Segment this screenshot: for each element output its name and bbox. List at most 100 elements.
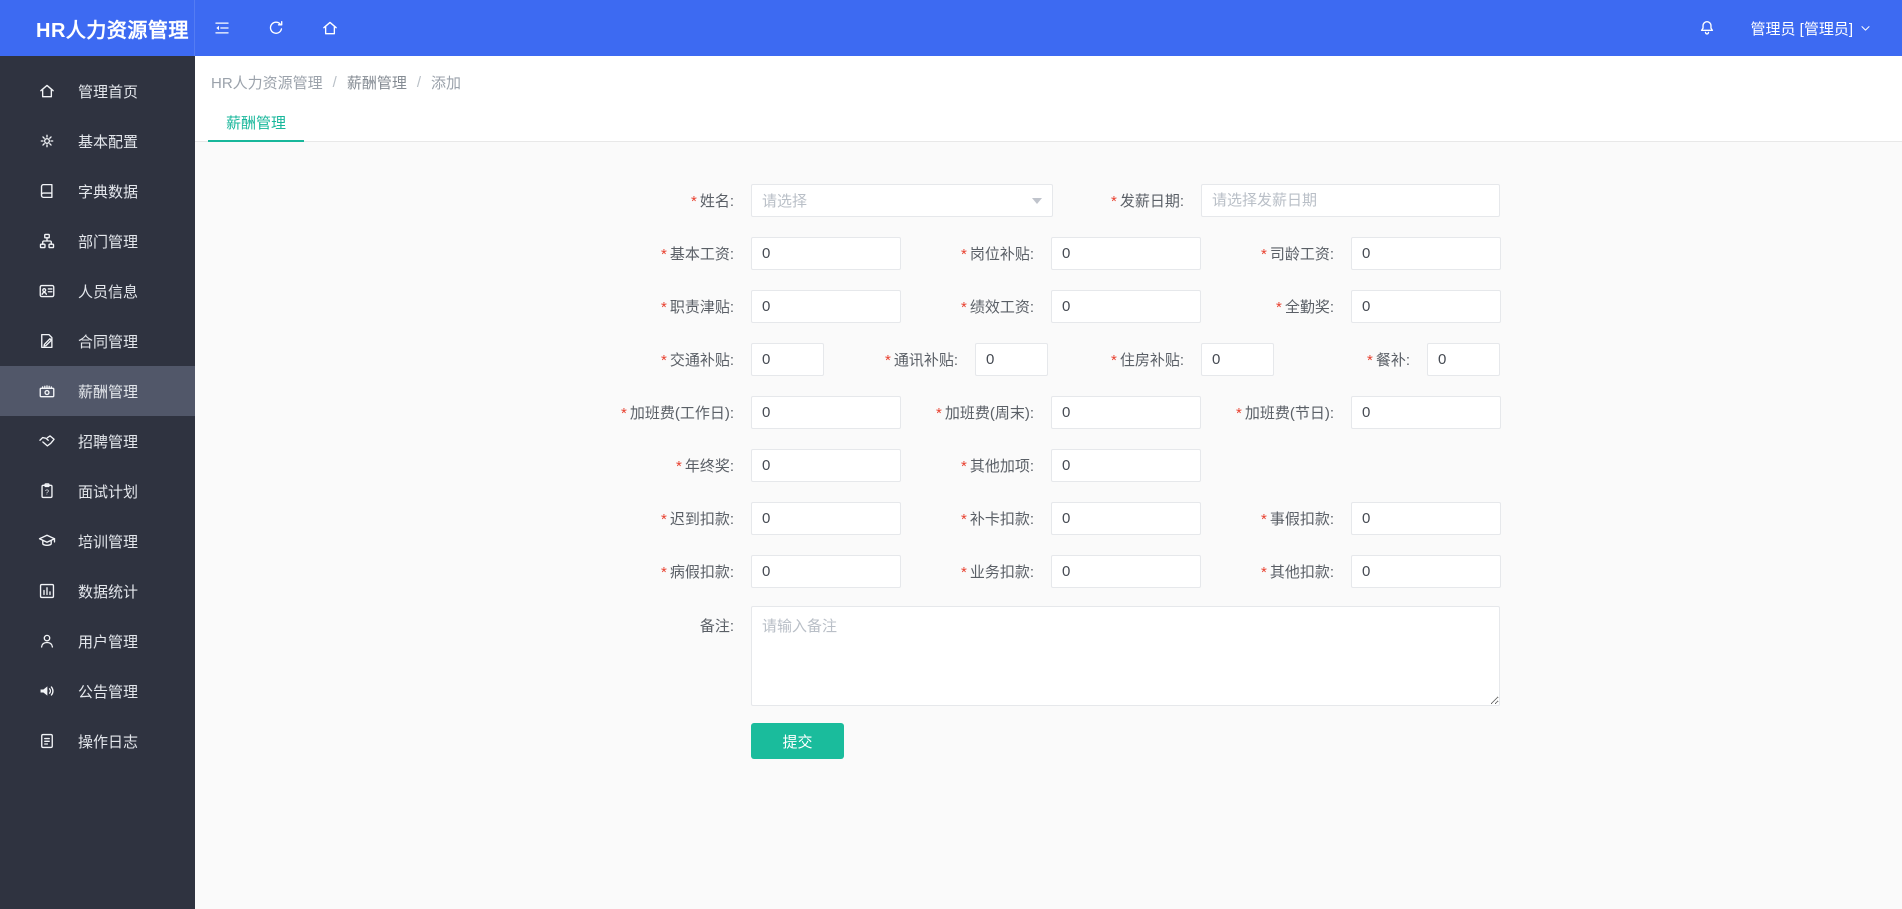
field-label: * 司龄工资: (1260, 246, 1334, 263)
topbar: HR人力资源管理 管理员 [管理员] (0, 0, 1902, 56)
chart-icon (38, 582, 56, 600)
amount-input[interactable] (1427, 343, 1500, 376)
field-label: * 岗位补贴: (960, 246, 1034, 263)
required-asterisk: * (660, 299, 667, 316)
breadcrumb-separator: / (332, 73, 337, 91)
interview-icon: ? (38, 482, 56, 500)
form-field: * 补卡扣款: (851, 492, 1201, 545)
sidebar-item-1[interactable]: 基本配置 (0, 116, 195, 166)
remark-textarea[interactable] (751, 606, 1500, 706)
topbar-icons (213, 19, 339, 37)
salary-form: *姓名: 请选择 *发薪日期: *基本工资: *岗位补贴: *司龄工资: *职责津贴: *绩效… (195, 142, 1902, 759)
required-asterisk: * (1260, 246, 1267, 263)
field-label: 备注: (699, 618, 734, 635)
home-icon[interactable] (321, 19, 339, 37)
field-label: * 其他扣款: (1260, 564, 1334, 581)
form-field: * 发薪日期: (1001, 174, 1500, 227)
field-label: * 住房补贴: (1110, 352, 1184, 369)
required-asterisk: * (1260, 511, 1267, 528)
user-menu[interactable]: 管理员 [管理员] (1750, 18, 1872, 39)
form-row: * 姓名: 请选择 * 发薪日期: (195, 174, 1902, 227)
field-label: * 加班费(工作日): (620, 405, 734, 422)
sidebar-item-5[interactable]: 合同管理 (0, 316, 195, 366)
required-asterisk: * (960, 246, 967, 263)
form-field: * 病假扣款: (551, 545, 901, 598)
org-chart-icon (38, 232, 56, 250)
user-label: 管理员 [管理员] (1750, 20, 1853, 38)
form-field: * 加班费(周末): (851, 386, 1201, 439)
field-label: * 职责津贴: (660, 299, 734, 316)
breadcrumb-item[interactable]: HR人力资源管理 (211, 72, 323, 93)
menu-fold-icon[interactable] (213, 19, 231, 37)
form-row: *加班费(工作日): *加班费(周末): *加班费(节日): (195, 386, 1902, 439)
home-icon (38, 82, 56, 100)
svg-text:?: ? (45, 488, 49, 496)
required-asterisk: * (960, 458, 967, 475)
topbar-right: 管理员 [管理员] (1698, 18, 1902, 39)
field-label: * 基本工资: (660, 246, 734, 263)
amount-input[interactable] (1351, 502, 1501, 535)
select-placeholder: 请选择 (762, 193, 808, 210)
sidebar-item-6[interactable]: 薪酬管理 (0, 366, 195, 416)
required-asterisk: * (675, 458, 682, 475)
remark-row: 备注: (195, 606, 1902, 706)
amount-input[interactable] (1351, 396, 1501, 429)
sidebar-item-label: 合同管理 (78, 333, 139, 351)
tab-salary-management[interactable]: 薪酬管理 (208, 108, 305, 142)
form-field: * 年终奖: (551, 439, 901, 492)
refresh-icon[interactable] (267, 19, 285, 37)
field-label: * 姓名: (690, 193, 734, 210)
form-field: * 其他扣款: (1151, 545, 1501, 598)
required-asterisk: * (690, 193, 697, 210)
field-label: * 病假扣款: (660, 564, 734, 581)
sidebar-item-2[interactable]: 字典数据 (0, 166, 195, 216)
field-label: * 发薪日期: (1110, 193, 1184, 210)
form-row: *职责津贴: *绩效工资: *全勤奖: (195, 280, 1902, 333)
sidebar-item-label: 用户管理 (78, 633, 139, 651)
sidebar-item-label: 数据统计 (78, 583, 139, 601)
gear-icon (38, 132, 56, 150)
sidebar-item-13[interactable]: 操作日志 (0, 716, 195, 766)
breadcrumb-item: 添加 (431, 74, 462, 92)
submit-button[interactable]: 提交 (751, 723, 844, 759)
form-field: * 业务扣款: (851, 545, 1201, 598)
bell-icon[interactable] (1698, 19, 1716, 37)
field-label: * 绩效工资: (960, 299, 1034, 316)
sidebar-item-label: 管理首页 (78, 83, 139, 101)
sidebar-item-4[interactable]: 人员信息 (0, 266, 195, 316)
form-field: * 姓名: 请选择 (551, 174, 1053, 227)
amount-input[interactable] (1351, 555, 1501, 588)
form-field: * 餐补: (1227, 333, 1500, 386)
form-field: * 全勤奖: (1151, 280, 1501, 333)
required-asterisk: * (660, 352, 667, 369)
required-asterisk: * (660, 564, 667, 581)
sidebar-item-10[interactable]: 数据统计 (0, 566, 195, 616)
money-icon (38, 382, 56, 400)
required-asterisk: * (1235, 405, 1242, 422)
field-label: * 全勤奖: (1275, 299, 1334, 316)
pay-date-input[interactable] (1201, 184, 1500, 217)
sidebar-item-12[interactable]: 公告管理 (0, 666, 195, 716)
sidebar-item-3[interactable]: 部门管理 (0, 216, 195, 266)
breadcrumb-item[interactable]: 薪酬管理 (347, 72, 407, 93)
field-label: * 加班费(节日): (1235, 405, 1334, 422)
sidebar-item-9[interactable]: 培训管理 (0, 516, 195, 566)
sidebar-item-label: 薪酬管理 (78, 383, 139, 401)
sidebar-item-0[interactable]: 管理首页 (0, 66, 195, 116)
form-field: * 加班费(节日): (1151, 386, 1501, 439)
form-field: * 司龄工资: (1151, 227, 1501, 280)
sidebar-item-label: 招聘管理 (78, 433, 139, 451)
required-asterisk: * (1366, 352, 1373, 369)
sidebar-item-label: 公告管理 (78, 683, 139, 701)
required-asterisk: * (1110, 193, 1117, 210)
amount-input[interactable] (1351, 290, 1501, 323)
sidebar-item-11[interactable]: 用户管理 (0, 616, 195, 666)
required-asterisk: * (660, 511, 667, 528)
chevron-down-icon (1859, 22, 1872, 35)
amount-input[interactable] (1051, 449, 1201, 482)
amount-input[interactable] (1351, 237, 1501, 270)
sidebar-item-8[interactable]: ? 面试计划 (0, 466, 195, 516)
form-field: * 职责津贴: (551, 280, 901, 333)
form-field: * 事假扣款: (1151, 492, 1501, 545)
sidebar-item-7[interactable]: 招聘管理 (0, 416, 195, 466)
